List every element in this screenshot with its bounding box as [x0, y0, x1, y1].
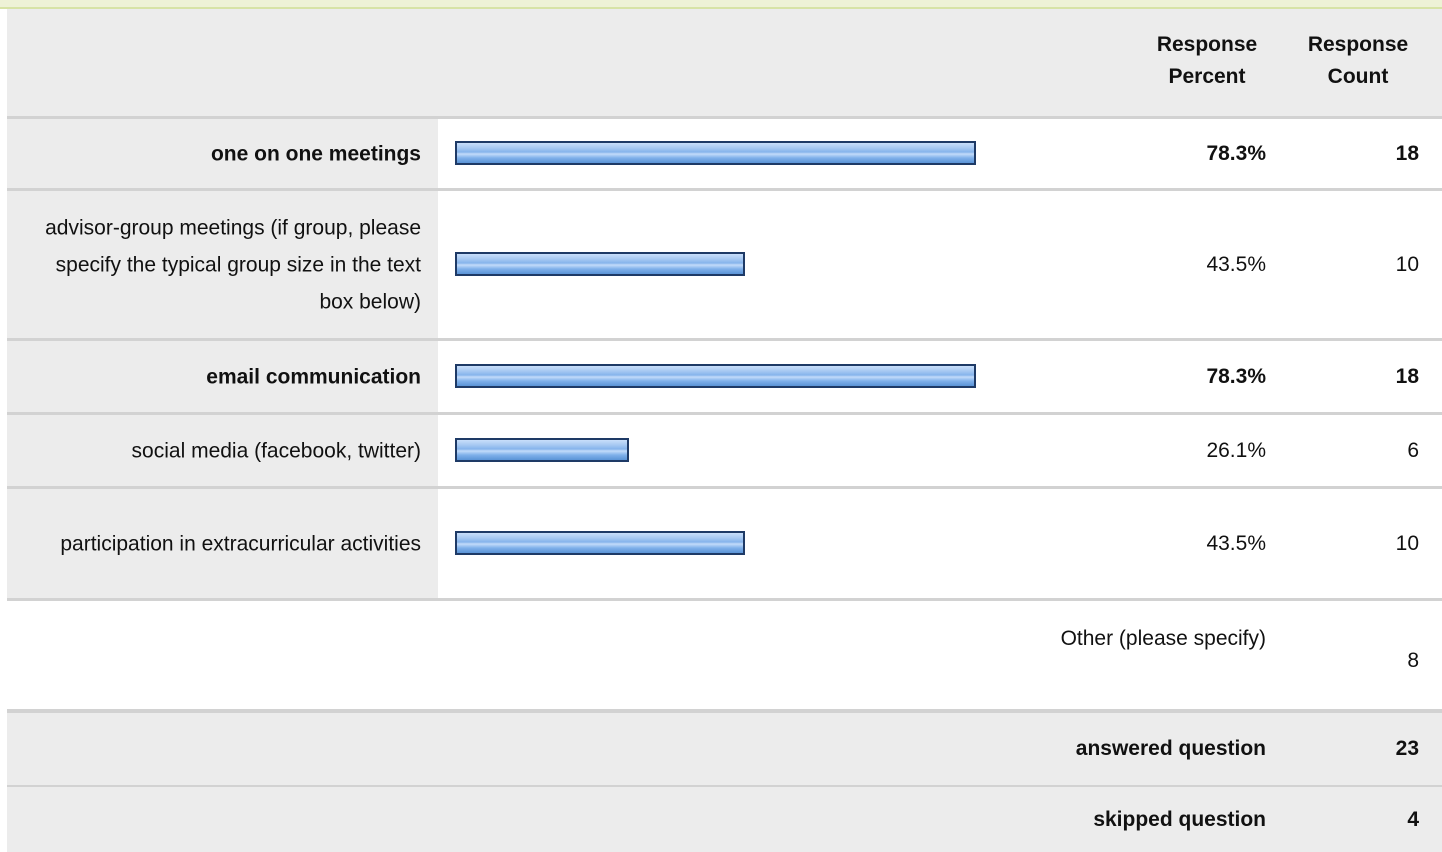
response-percent: 78.3%	[1206, 364, 1266, 388]
response-count: 18	[1395, 141, 1419, 165]
response-bar	[455, 363, 976, 388]
response-percent: 43.5%	[1206, 531, 1266, 555]
top-accent-bar	[0, 0, 1442, 9]
row-label: social media (facebook, twitter)	[131, 439, 421, 462]
answered-row: answered question 23	[7, 713, 1442, 787]
table-row: advisor-group meetings (if group, please…	[7, 191, 1442, 341]
answered-count: 23	[1395, 737, 1419, 760]
row-label-cell: advisor-group meetings (if group, please…	[7, 191, 438, 338]
row-label: participation in extracurricular activit…	[60, 532, 421, 555]
header-response-count: Response Count	[1307, 33, 1409, 88]
table-row: email communication 78.3% 18	[7, 341, 1442, 415]
row-label: email communication	[206, 365, 421, 388]
skipped-count: 4	[1407, 807, 1419, 831]
other-label: Other (please specify)	[1060, 627, 1266, 650]
row-label: one on one meetings	[210, 142, 421, 165]
table-header: Response Percent Response Count	[7, 9, 1442, 119]
response-bar	[455, 437, 629, 462]
answered-label: answered question	[1075, 737, 1266, 760]
table-row: social media (facebook, twitter) 26.1% 6	[7, 415, 1442, 489]
skipped-row: skipped question 4	[7, 787, 1442, 852]
row-label-cell: one on one meetings	[7, 119, 438, 188]
other-row: Other (please specify) 8	[7, 601, 1442, 713]
response-count: 10	[1395, 252, 1419, 276]
header-response-percent: Response Percent	[1156, 33, 1258, 88]
row-label: advisor-group meetings (if group, please…	[45, 216, 421, 313]
other-count[interactable]: 8	[1407, 649, 1419, 673]
response-percent: 26.1%	[1206, 438, 1266, 462]
skipped-label: skipped question	[1093, 807, 1266, 831]
response-count: 6	[1407, 438, 1419, 462]
table-row: one on one meetings 78.3% 18	[7, 119, 1442, 191]
response-percent: 78.3%	[1206, 141, 1266, 165]
row-label-cell: email communication	[7, 341, 438, 412]
response-bar	[455, 251, 745, 276]
response-bar	[455, 140, 976, 165]
response-bar	[455, 530, 745, 555]
response-percent: 43.5%	[1206, 252, 1266, 276]
row-label-cell: participation in extracurricular activit…	[7, 489, 438, 598]
table-row: participation in extracurricular activit…	[7, 489, 1442, 601]
response-count: 10	[1395, 531, 1419, 555]
response-count: 18	[1395, 364, 1419, 388]
row-label-cell: social media (facebook, twitter)	[7, 415, 438, 486]
